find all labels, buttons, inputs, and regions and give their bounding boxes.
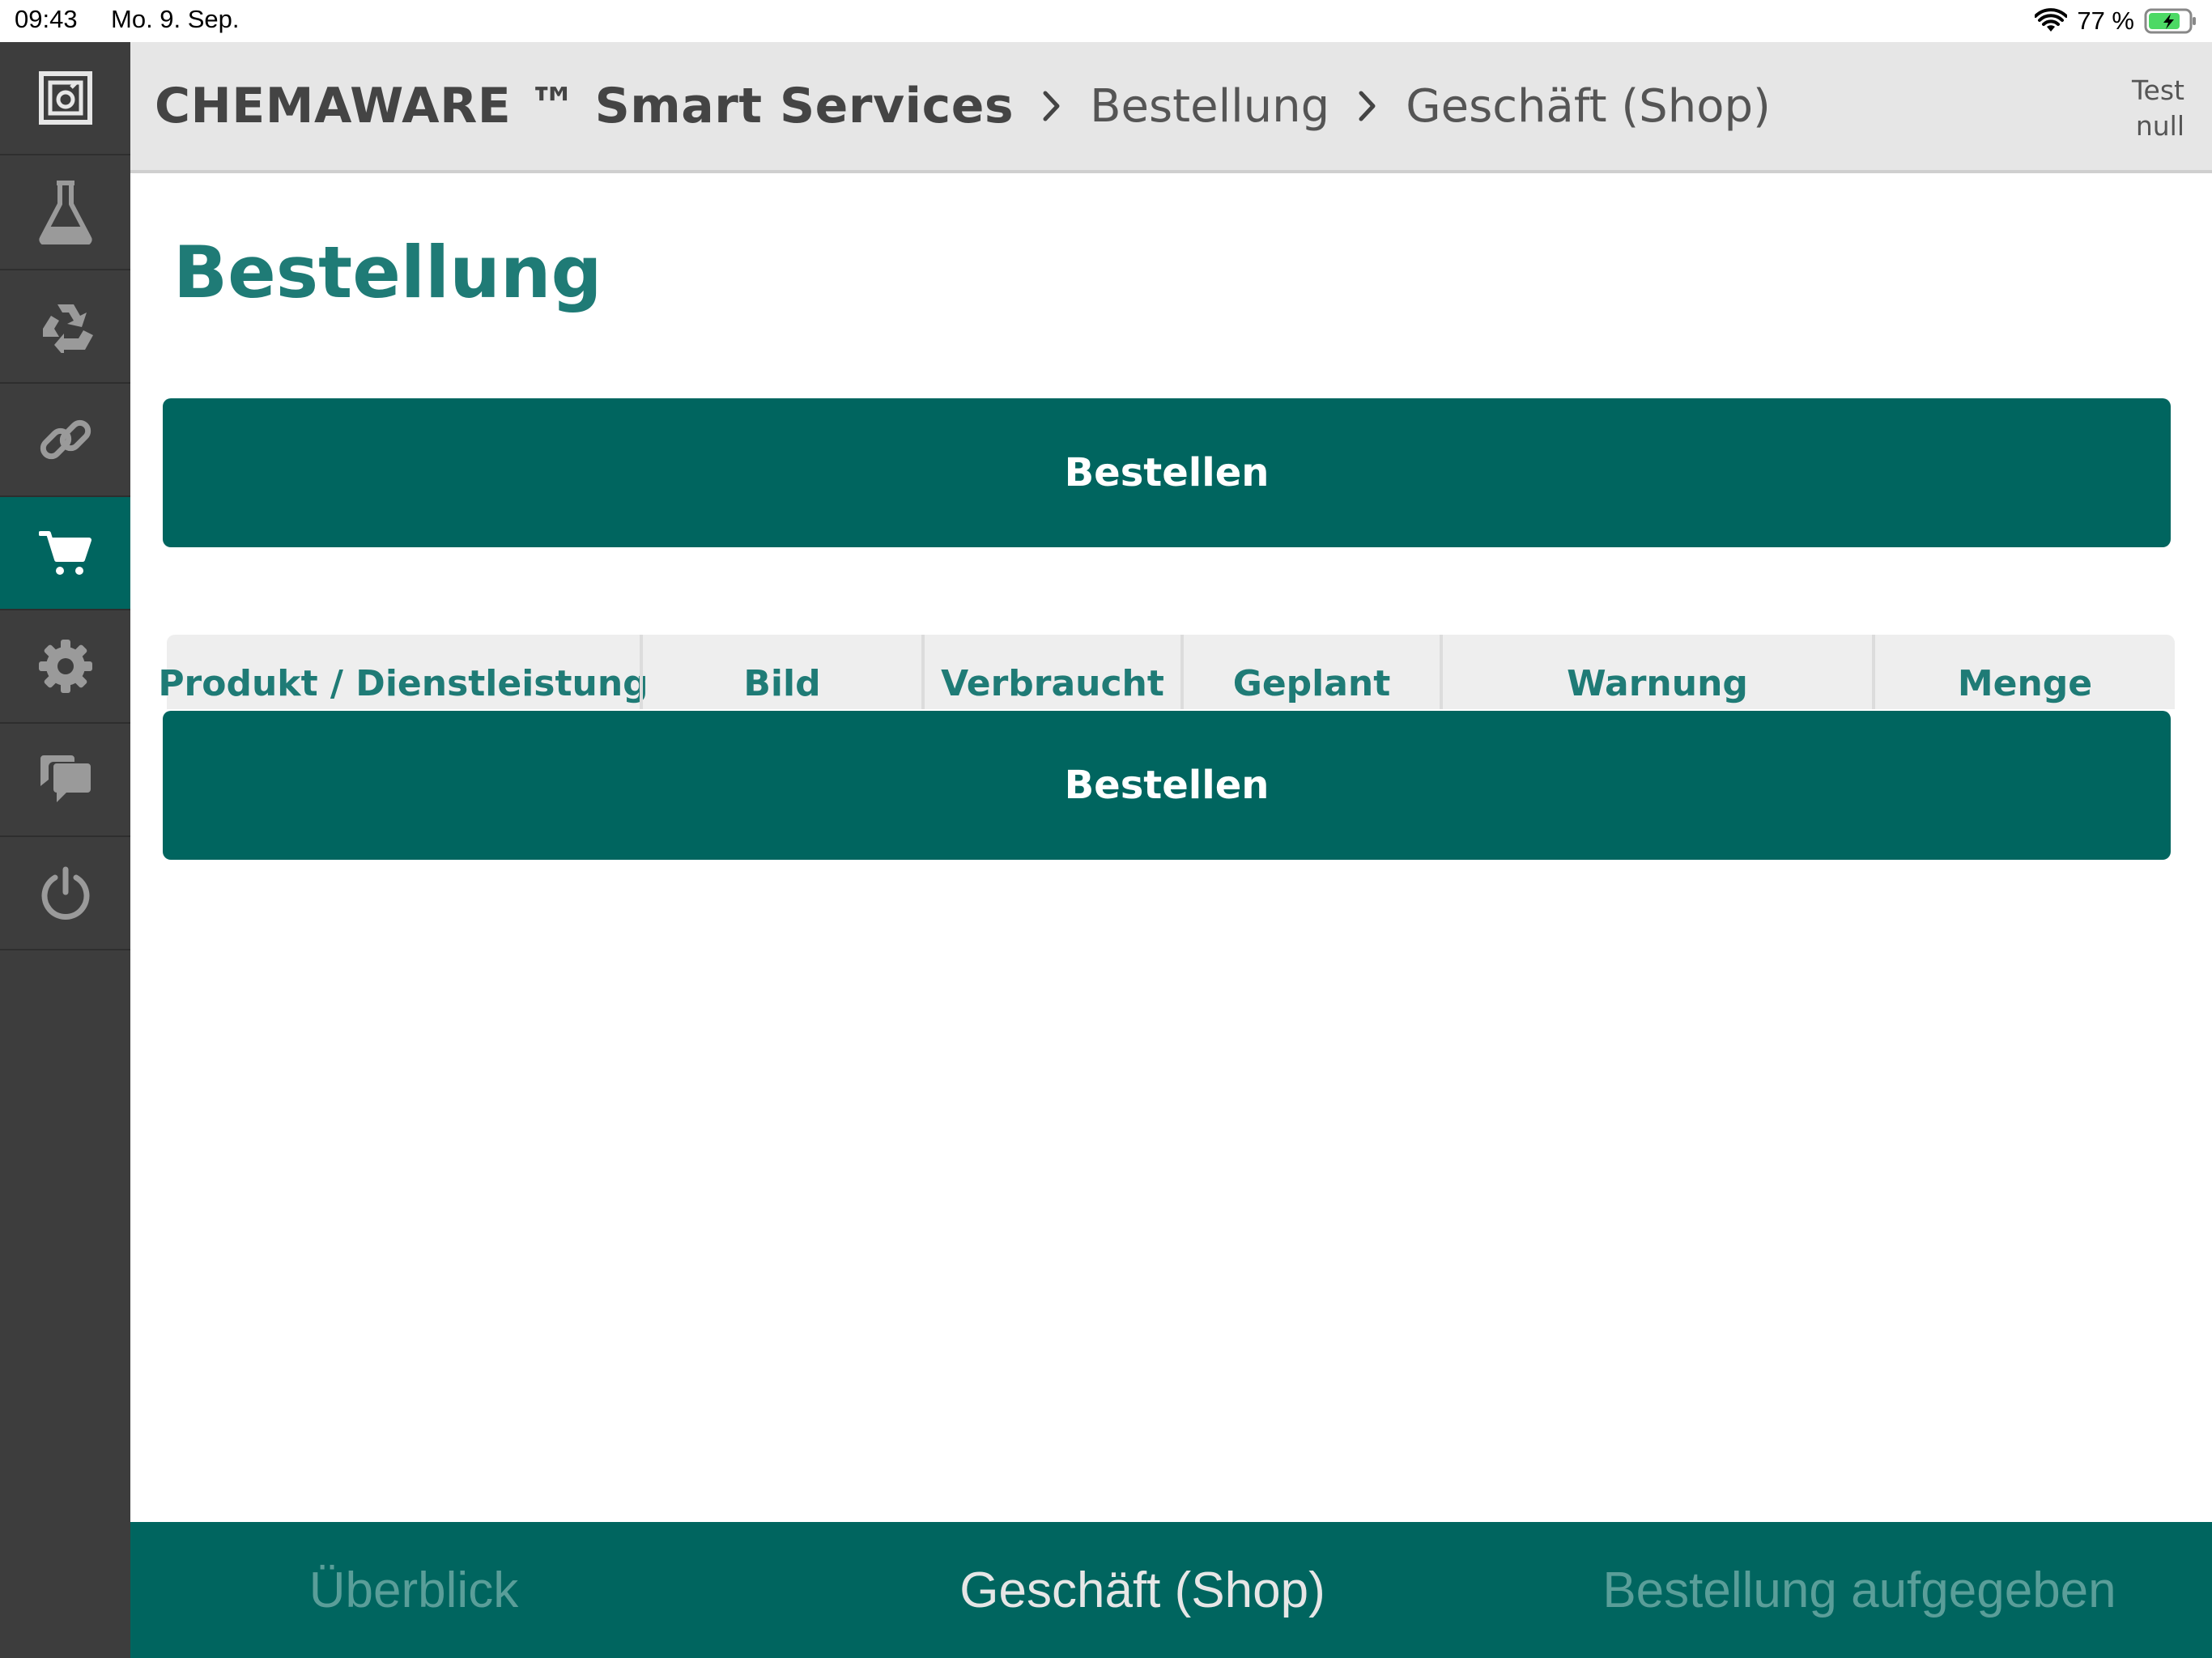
column-header-warning[interactable]: Warnung	[1443, 635, 1872, 709]
sidebar-item-recycling[interactable]	[0, 270, 130, 384]
wifi-icon	[2035, 8, 2068, 32]
breadcrumb-brand[interactable]: CHEMAWARE ™ Smart Services	[155, 78, 1014, 134]
user-name: Test	[2132, 74, 2184, 106]
breadcrumb: CHEMAWARE ™ Smart Services Bestellung Ge…	[155, 42, 1771, 170]
breadcrumb-order[interactable]: Bestellung	[1090, 80, 1329, 133]
user-info[interactable]: Test null	[2132, 73, 2184, 144]
status-date: Mo. 9. Sep.	[111, 5, 240, 33]
tab-order-placed[interactable]: Bestellung aufgegeben	[1507, 1522, 2212, 1658]
sidebar-item-home[interactable]	[0, 42, 130, 155]
sidebar-item-messages[interactable]	[0, 724, 130, 837]
battery-icon	[2144, 8, 2196, 34]
sidebar	[0, 42, 130, 1658]
sidebar-item-logout[interactable]	[0, 837, 130, 950]
power-icon	[41, 866, 89, 920]
order-table-header: Produkt / Dienstleistung Bild Verbraucht…	[158, 635, 2175, 709]
chat-icon	[40, 755, 91, 802]
column-header-product[interactable]: Produkt / Dienstleistung	[158, 635, 648, 709]
tab-shop[interactable]: Geschäft (Shop)	[697, 1522, 1588, 1658]
sidebar-item-settings[interactable]	[0, 610, 130, 724]
user-org: null	[2135, 110, 2184, 142]
chevron-right-icon	[1357, 90, 1378, 122]
status-right: 77 %	[2035, 5, 2197, 37]
chevron-right-icon	[1041, 90, 1062, 122]
column-header-quantity[interactable]: Menge	[1875, 635, 2175, 709]
sidebar-item-shop[interactable]	[0, 497, 130, 610]
tab-overview[interactable]: Überblick	[130, 1522, 697, 1658]
page-title: Bestellung	[173, 231, 602, 314]
sidebar-item-links[interactable]	[0, 384, 130, 497]
app-header: CHEMAWARE ™ Smart Services Bestellung Ge…	[130, 42, 2212, 173]
column-header-planned[interactable]: Geplant	[1184, 635, 1440, 709]
status-time: 09:43	[15, 5, 78, 33]
breadcrumb-shop: Geschäft (Shop)	[1406, 79, 1771, 133]
order-button-top[interactable]: Bestellen	[163, 398, 2171, 547]
sidebar-item-chemicals[interactable]	[0, 155, 130, 270]
order-button-bottom[interactable]: Bestellen	[163, 711, 2171, 860]
recycle-icon	[42, 304, 93, 353]
link-icon	[40, 419, 91, 460]
cart-icon	[38, 531, 91, 575]
status-bar: 09:43 Mo. 9. Sep. 77 %	[0, 0, 2212, 42]
app-logo-icon	[38, 71, 92, 125]
battery-percent: 77 %	[2077, 6, 2134, 35]
bottom-tab-bar: Überblick Geschäft (Shop) Bestellung auf…	[130, 1522, 2212, 1658]
column-header-consumed[interactable]: Verbraucht	[925, 635, 1180, 709]
column-header-image[interactable]: Bild	[643, 635, 921, 709]
flask-icon	[38, 181, 92, 244]
gear-icon	[38, 640, 92, 693]
